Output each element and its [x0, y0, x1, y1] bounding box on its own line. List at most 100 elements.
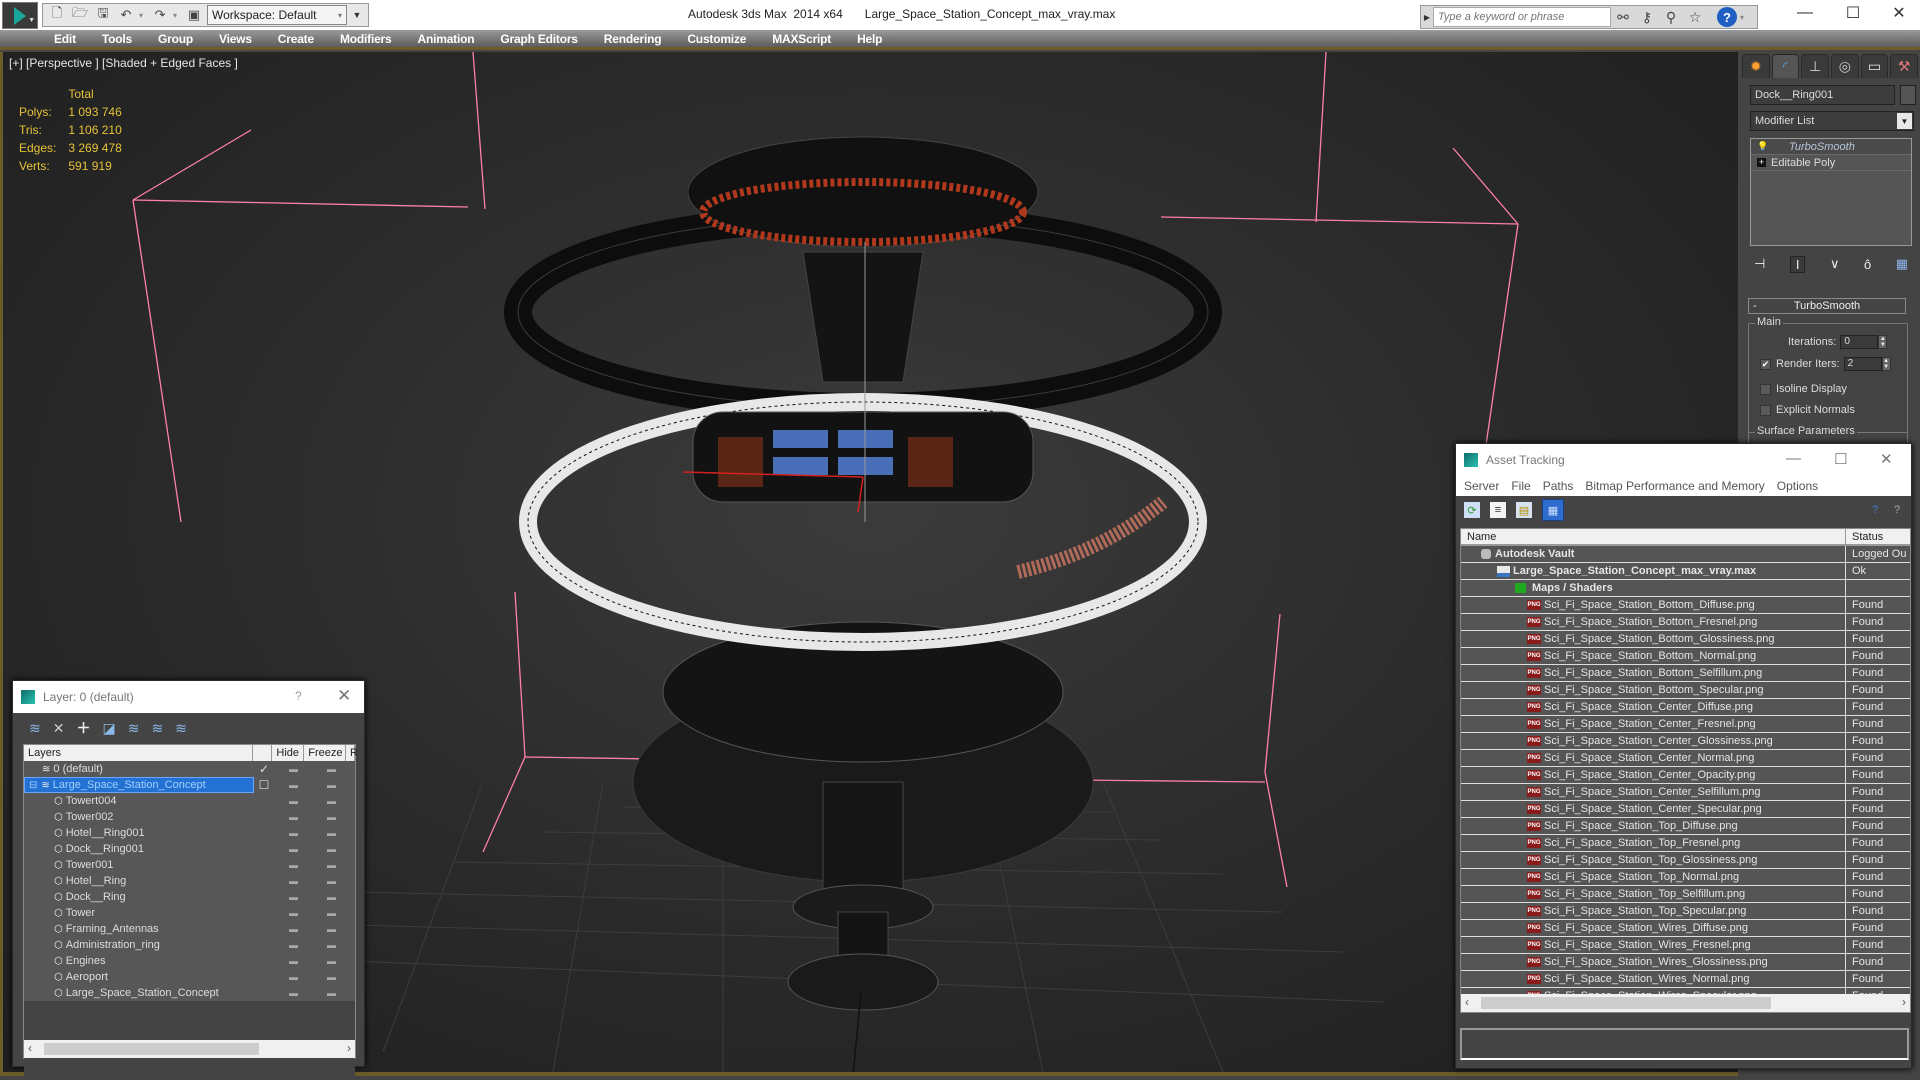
minimize-button[interactable]: —: [1786, 450, 1801, 467]
layer-row[interactable]: ⬡ Hotel__Ring ▬ ▬: [24, 873, 355, 889]
set-current-checkbox[interactable]: ☐: [254, 778, 274, 792]
col-status[interactable]: Status: [1846, 529, 1883, 544]
menu-server[interactable]: Server: [1464, 479, 1499, 493]
layer-row[interactable]: ⬡ Administration_ring ▬ ▬: [24, 937, 355, 953]
freeze-toggle[interactable]: ▬: [312, 876, 350, 886]
tab-utilities[interactable]: ⚒: [1890, 54, 1919, 78]
menu-rendering[interactable]: Rendering: [604, 32, 662, 46]
asset-row[interactable]: PNG Sci_Fi_Space_Station_Wires_Diffuse.pn…: [1461, 920, 1910, 937]
asset-row[interactable]: PNG Sci_Fi_Space_Station_Bottom_Fresnel.p…: [1461, 614, 1910, 631]
help-icon[interactable]: ?: [1717, 7, 1737, 27]
asset-row[interactable]: PNG Sci_Fi_Space_Station_Bottom_Glossines…: [1461, 631, 1910, 648]
layer-name-cell[interactable]: ⬡ Tower001: [24, 857, 254, 873]
hide-toggle[interactable]: ▬: [274, 828, 312, 838]
scroll-left-icon[interactable]: ‹: [1465, 995, 1469, 1009]
layer-name-cell[interactable]: ⬡ Large_Space_Station_Concept: [24, 985, 254, 1001]
help-globe-icon[interactable]: ?: [1867, 502, 1883, 518]
hide-toggle[interactable]: ▬: [274, 924, 312, 934]
tab-motion[interactable]: ◎: [1831, 54, 1859, 78]
layer-name-cell[interactable]: ⬡ Tower002: [24, 809, 254, 825]
layer-name-cell[interactable]: ⬡ Engines: [24, 953, 254, 969]
hide-toggle[interactable]: ▬: [274, 764, 312, 774]
object-name-field[interactable]: Dock__Ring001: [1750, 85, 1895, 105]
freeze-toggle[interactable]: ▬: [312, 860, 350, 870]
render-iters-input[interactable]: 2: [1843, 357, 1882, 371]
hide-toggle[interactable]: ▬: [274, 940, 312, 950]
turbosmooth-rollout-header[interactable]: - TurboSmooth: [1748, 298, 1906, 314]
iterations-spinner[interactable]: ▲ ▼: [1878, 335, 1888, 349]
select-objects-icon[interactable]: ◪: [102, 720, 115, 737]
asset-row[interactable]: PNG Sci_Fi_Space_Station_Center_Fresnel.p…: [1461, 716, 1910, 733]
asset-row[interactable]: PNG Sci_Fi_Space_Station_Bottom_Normal.pn…: [1461, 648, 1910, 665]
object-color-swatch[interactable]: [1900, 85, 1916, 105]
set-current-layer-icon[interactable]: ≋: [151, 720, 163, 737]
asset-row[interactable]: PNG Sci_Fi_Space_Station_Bottom_Selfillum…: [1461, 665, 1910, 682]
asset-row[interactable]: PNG Sci_Fi_Space_Station_Center_Diffuse.p…: [1461, 699, 1910, 716]
configure-sets-icon[interactable]: ▦: [1896, 256, 1908, 272]
scroll-thumb[interactable]: [1481, 997, 1771, 1009]
freeze-toggle[interactable]: ▬: [312, 844, 350, 854]
maximize-button[interactable]: ☐: [1834, 450, 1847, 468]
col-freeze[interactable]: Freeze: [304, 745, 346, 761]
hide-toggle[interactable]: ▬: [274, 892, 312, 902]
create-layer-icon[interactable]: ≋: [29, 720, 41, 737]
menu-options[interactable]: Options: [1777, 479, 1818, 493]
layer-row[interactable]: ⬡ Towert004 ▬ ▬: [24, 793, 355, 809]
iterations-input[interactable]: 0: [1840, 335, 1879, 349]
tab-create[interactable]: ✹: [1742, 54, 1770, 78]
layer-horizontal-scrollbar[interactable]: ‹ ›: [24, 1040, 355, 1058]
asset-row[interactable]: PNG Sci_Fi_Space_Station_Top_Fresnel.png F…: [1461, 835, 1910, 852]
layer-row[interactable]: ≋ 0 (default) ✓ ▬ ▬: [24, 761, 355, 777]
asset-row[interactable]: PNG Sci_Fi_Space_Station_Center_Normal.pn…: [1461, 750, 1910, 767]
layer-row[interactable]: ⊟ ≋ Large_Space_Station_Concept ☐ ▬ ▬: [24, 777, 355, 793]
table-view-icon[interactable]: ▦: [1542, 499, 1564, 521]
hide-toggle[interactable]: ▬: [274, 988, 312, 998]
layer-name-cell[interactable]: ⬡ Aeroport: [24, 969, 254, 985]
layer-row[interactable]: ⬡ Large_Space_Station_Concept ▬ ▬: [24, 985, 355, 1001]
col-hide[interactable]: Hide: [272, 745, 305, 761]
make-unique-icon[interactable]: ∨: [1830, 256, 1840, 272]
freeze-toggle[interactable]: ▬: [312, 956, 350, 966]
layer-row[interactable]: ⬡ Aeroport ▬ ▬: [24, 969, 355, 985]
undo-icon[interactable]: ↶: [116, 5, 136, 25]
menu-modifiers[interactable]: Modifiers: [340, 32, 392, 46]
layer-row[interactable]: ⬡ Engines ▬ ▬: [24, 953, 355, 969]
col-layers[interactable]: Layers: [24, 745, 253, 761]
star-icon[interactable]: ☆: [1683, 9, 1707, 26]
render-iters-checkbox[interactable]: ✔: [1760, 358, 1771, 370]
freeze-toggle[interactable]: ▬: [312, 988, 350, 998]
freeze-toggle[interactable]: ▬: [312, 940, 350, 950]
layer-name-cell[interactable]: ⬡ Tower: [24, 905, 254, 921]
scroll-thumb[interactable]: [44, 1043, 259, 1055]
viewport-label[interactable]: [+] [Perspective ] [Shaded + Edged Faces…: [9, 56, 238, 70]
asset-row[interactable]: PNG Sci_Fi_Space_Station_Center_Selfillum…: [1461, 784, 1910, 801]
hide-toggle[interactable]: ▬: [274, 780, 312, 790]
redo-icon[interactable]: ↷: [150, 5, 170, 25]
layer-settings-icon[interactable]: ≋: [175, 720, 187, 737]
project-folder-icon[interactable]: ▣: [184, 5, 204, 25]
layer-row[interactable]: ⬡ Hotel__Ring001 ▬ ▬: [24, 825, 355, 841]
hide-toggle[interactable]: ▬: [274, 956, 312, 966]
asset-row[interactable]: PNG Sci_Fi_Space_Station_Wires_Normal.png…: [1461, 971, 1910, 988]
new-file-icon[interactable]: 🗋: [47, 5, 67, 25]
menu-customize[interactable]: Customize: [687, 32, 746, 46]
asset-path-field[interactable]: [1460, 1028, 1909, 1060]
menu-views[interactable]: Views: [219, 32, 252, 46]
menu-help[interactable]: Help: [857, 32, 882, 46]
help-dropdown-icon[interactable]: ▾: [1740, 13, 1748, 22]
menu-file[interactable]: File: [1511, 479, 1530, 493]
asset-row[interactable]: PNG Sci_Fi_Space_Station_Top_Selfillum.pn…: [1461, 886, 1910, 903]
satellite-icon[interactable]: ⚲: [1659, 9, 1683, 26]
undo-dropdown-icon[interactable]: ▾: [139, 11, 147, 20]
workspace-dropdown[interactable]: Workspace: Default ▾: [207, 5, 347, 25]
hide-toggle[interactable]: ▬: [274, 876, 312, 886]
layer-window-titlebar[interactable]: Layer: 0 (default) ? ✕: [13, 681, 364, 713]
layer-name-cell[interactable]: ⬡ Hotel__Ring: [24, 873, 254, 889]
help-icon[interactable]: ?: [1889, 502, 1905, 518]
menu-edit[interactable]: Edit: [54, 32, 76, 46]
menu-group[interactable]: Group: [158, 32, 193, 46]
scroll-left-icon[interactable]: ‹: [28, 1041, 32, 1055]
hide-toggle[interactable]: ▬: [274, 972, 312, 982]
hide-toggle[interactable]: ▬: [274, 844, 312, 854]
freeze-toggle[interactable]: ▬: [312, 924, 350, 934]
